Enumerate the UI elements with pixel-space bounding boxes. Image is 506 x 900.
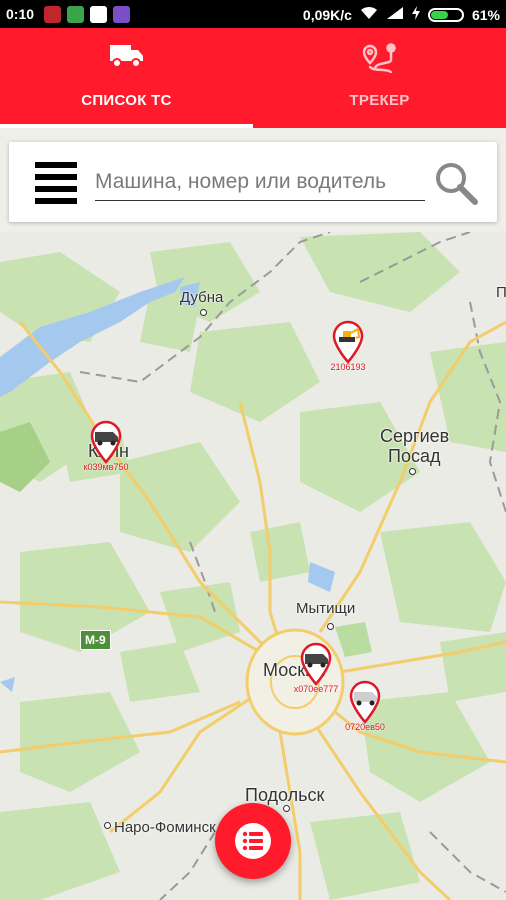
tab-vehicle-list-label: СПИСОК ТС <box>81 92 172 109</box>
map-pin-icon <box>332 320 364 364</box>
vehicle-marker[interactable]: х070ее777 <box>294 642 338 694</box>
status-bar: 0:10 0,09K/c 61% <box>0 0 506 28</box>
vehicle-plate: х070ее777 <box>293 684 339 694</box>
vehicle-plate: к039мв750 <box>83 462 129 472</box>
vehicle-marker[interactable]: 0720ев50 <box>345 680 385 732</box>
place-dot-sergiev-posad <box>409 468 416 475</box>
app-notification-icon <box>44 6 61 23</box>
tab-tracker[interactable]: ТРЕКЕР <box>253 28 506 128</box>
road-shield-m9: М-9 <box>80 630 111 650</box>
tab-vehicle-list[interactable]: СПИСОК ТС <box>0 28 253 128</box>
menu-icon[interactable] <box>35 162 77 204</box>
battery-percent: 61% <box>471 6 500 23</box>
place-dot-naro-fominsk <box>104 822 111 829</box>
app-bar: СПИСОК ТС ТРЕКЕР <box>0 28 506 128</box>
status-right: 0,09K/c 61% <box>303 6 500 23</box>
list-icon <box>235 823 271 859</box>
active-tab-indicator <box>0 124 253 128</box>
notification-icons <box>44 6 130 23</box>
vehicle-plate: 2106193 <box>330 362 366 372</box>
place-label-dubna: Дубна <box>180 289 224 306</box>
signal-icon <box>386 6 404 23</box>
tab-tracker-label: ТРЕКЕР <box>349 92 410 109</box>
place-label-edge: П <box>496 284 506 301</box>
place-label-mytishchi: Мытищи <box>296 600 356 617</box>
place-label-sergiev: Сергиев <box>380 426 450 446</box>
android-notification-icon <box>67 6 84 23</box>
wifi-icon <box>360 6 378 23</box>
place-label-posad: Посад <box>388 446 441 466</box>
vehicle-list-fab[interactable] <box>215 803 291 879</box>
battery-icon <box>427 7 464 22</box>
route-icon <box>361 42 399 81</box>
map-pin-icon <box>90 420 122 464</box>
charging-icon <box>411 6 420 23</box>
search-bar <box>9 142 497 222</box>
map-view[interactable]: Дубна Сергиев Посад Клин Мытищи Москва П… <box>0 232 506 900</box>
clock-notification-icon <box>90 6 107 23</box>
map-pin-icon <box>349 680 381 724</box>
truck-icon <box>109 42 145 75</box>
search-icon[interactable] <box>433 160 479 206</box>
network-speed: 0,09K/c <box>302 6 352 23</box>
vehicle-plate: 0720ев50 <box>345 722 385 732</box>
viber-notification-icon <box>113 6 130 23</box>
place-dot-dubna <box>200 309 207 316</box>
vehicle-marker[interactable]: к039мв750 <box>84 420 128 472</box>
map-pin-icon <box>300 642 332 686</box>
place-dot-mytishchi <box>327 623 334 630</box>
place-label-naro-fominsk: Наро-Фоминск <box>114 819 216 836</box>
status-time: 0:10 <box>6 6 35 22</box>
search-input[interactable] <box>95 164 425 201</box>
vehicle-marker[interactable]: 2106193 <box>330 320 366 372</box>
